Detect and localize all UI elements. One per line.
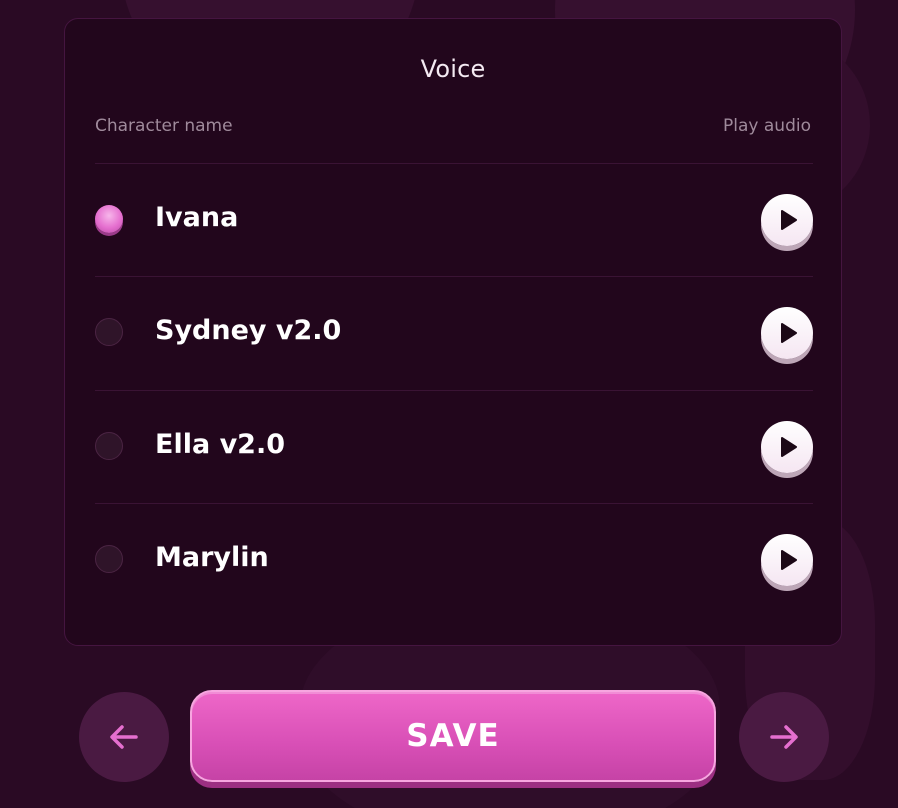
- play-audio-button[interactable]: [761, 421, 813, 473]
- previous-button[interactable]: [79, 692, 169, 782]
- play-audio-button[interactable]: [761, 194, 813, 246]
- voice-name: Ivana: [155, 202, 239, 233]
- play-audio-button[interactable]: [761, 534, 813, 586]
- voice-option-row[interactable]: Marylin: [95, 503, 813, 616]
- save-button-label: SAVE: [406, 718, 500, 754]
- play-icon: [781, 550, 797, 570]
- panel-title: Voice: [420, 55, 486, 83]
- voice-option-row[interactable]: Ella v2.0: [95, 390, 813, 503]
- voice-radio[interactable]: [95, 432, 123, 460]
- save-button[interactable]: SAVE: [190, 690, 716, 782]
- voice-radio[interactable]: [95, 318, 123, 346]
- play-icon: [781, 210, 797, 230]
- voice-name: Ella v2.0: [155, 429, 286, 460]
- next-button[interactable]: [739, 692, 829, 782]
- arrow-right-icon: [770, 725, 798, 749]
- voice-option-row[interactable]: Sydney v2.0: [95, 276, 813, 389]
- voice-settings-screen: Voice Character name Play audio Ivana Sy…: [0, 0, 898, 808]
- play-audio-button[interactable]: [761, 307, 813, 359]
- voice-name: Marylin: [155, 542, 269, 573]
- column-header-character-name: Character name: [95, 116, 233, 136]
- voice-name: Sydney v2.0: [155, 315, 342, 346]
- voice-panel: Voice Character name Play audio Ivana Sy…: [64, 18, 842, 646]
- voice-radio-selected[interactable]: [95, 205, 123, 233]
- play-icon: [781, 323, 797, 343]
- column-header-play-audio: Play audio: [723, 116, 811, 136]
- voice-radio[interactable]: [95, 545, 123, 573]
- arrow-left-icon: [110, 725, 138, 749]
- voice-option-row[interactable]: Ivana: [95, 163, 813, 276]
- play-icon: [781, 437, 797, 457]
